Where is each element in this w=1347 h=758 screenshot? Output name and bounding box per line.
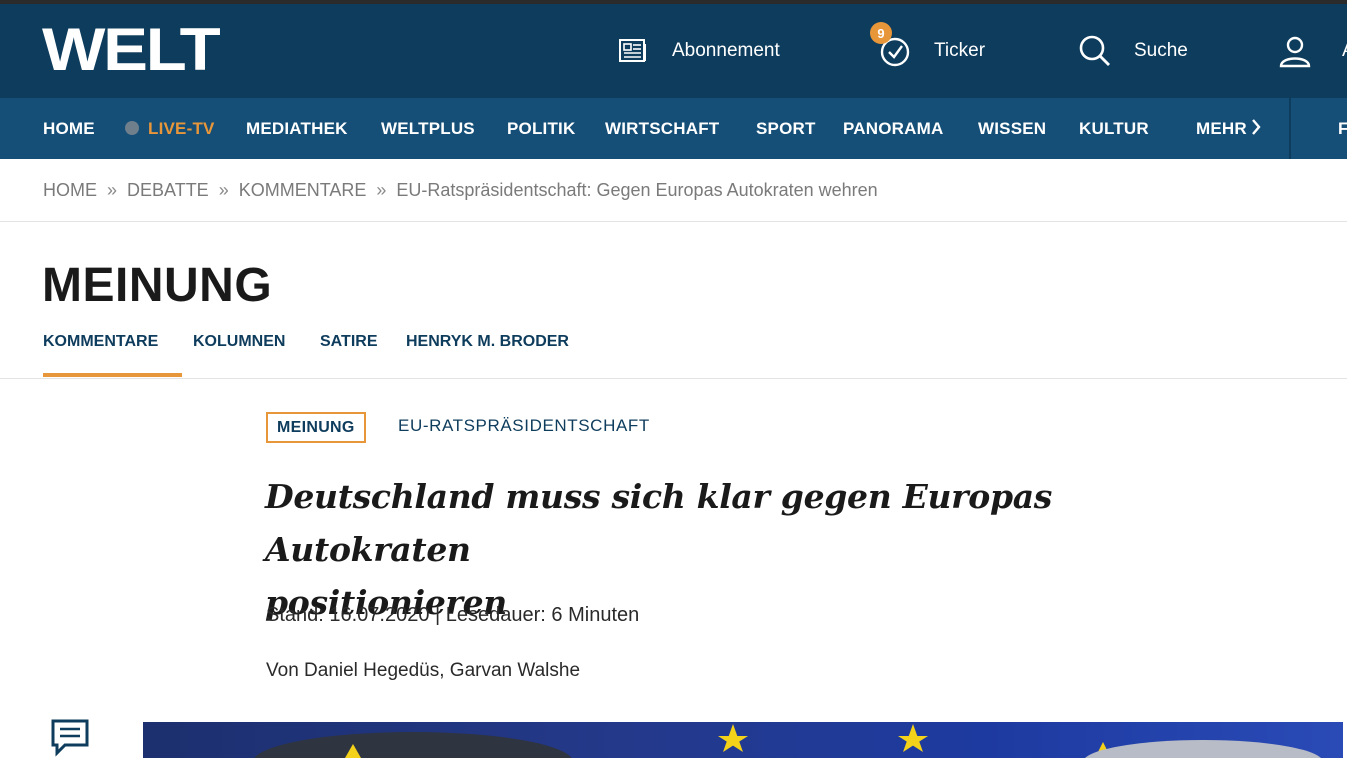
- opinion-badge: MEINUNG: [266, 412, 366, 443]
- breadcrumb-kommentare[interactable]: KOMMENTARE: [239, 180, 367, 200]
- user-icon: [1278, 34, 1312, 68]
- topic-link[interactable]: EU-RATSPRÄSIDENTSCHAFT: [398, 416, 650, 436]
- breadcrumb: HOME » DEBATTE » KOMMENTARE » EU-Ratspräsident…: [43, 180, 878, 201]
- search-button[interactable]: Suche: [1078, 4, 1188, 98]
- comment-icon[interactable]: [50, 718, 90, 758]
- divider: [0, 221, 1347, 222]
- subnav-henryk-m-broder[interactable]: HENRYK M. BRODER: [406, 333, 569, 351]
- nav-item-kultur[interactable]: KULTUR: [1079, 98, 1149, 159]
- breadcrumb-separator: »: [376, 180, 387, 200]
- nav-item-overflow-partial[interactable]: F: [1338, 98, 1347, 159]
- live-indicator-icon: [125, 121, 139, 135]
- article-meta: Stand: 16.07.2020 | Lesedauer: 6 Minuten: [266, 604, 640, 626]
- nav-item-live-tv[interactable]: LIVE-TV: [125, 98, 215, 159]
- ticker-link[interactable]: 9 Ticker: [870, 4, 986, 98]
- subnav-kolumnen[interactable]: KOLUMNEN: [193, 333, 285, 351]
- ticker-label: Ticker: [934, 40, 986, 61]
- search-label: Suche: [1134, 40, 1188, 61]
- article-author: Von Daniel Hegedüs, Garvan Walshe: [266, 660, 581, 681]
- section-title: MEINUNG: [42, 259, 273, 312]
- nav-item-wirtschaft[interactable]: WIRTSCHAFT: [605, 98, 719, 159]
- abonnement-link[interactable]: Abonnement: [618, 4, 780, 98]
- nav-item-wissen[interactable]: WISSEN: [978, 98, 1046, 159]
- newspaper-icon: [618, 38, 648, 64]
- subnav-active-indicator: [43, 373, 182, 377]
- nav-item-live-tv-label: LIVE-TV: [148, 119, 215, 138]
- nav-item-weltplus[interactable]: WELTPLUS: [381, 98, 475, 159]
- subnav-kommentare[interactable]: KOMMENTARE: [43, 333, 158, 351]
- user-label-partial: A: [1342, 40, 1347, 62]
- nav-item-politik[interactable]: POLITIK: [507, 98, 575, 159]
- nav-item-sport[interactable]: SPORT: [756, 98, 816, 159]
- divider: [0, 378, 1347, 379]
- nav-item-mehr[interactable]: MEHR: [1196, 98, 1261, 159]
- breadcrumb-home[interactable]: HOME: [43, 180, 97, 200]
- subnav-satire[interactable]: SATIRE: [320, 333, 377, 351]
- breadcrumb-current: EU-Ratspräsidentschaft: Gegen Europas Au…: [396, 180, 878, 200]
- abonnement-label: Abonnement: [672, 40, 780, 61]
- headline-line-1: Deutschland muss sich klar gegen Europas…: [265, 477, 1053, 569]
- chevron-right-icon: [1251, 100, 1261, 162]
- breadcrumb-debatte[interactable]: DEBATTE: [127, 180, 209, 200]
- breadcrumb-separator: »: [218, 180, 229, 200]
- clock-check-icon: 9: [870, 22, 910, 68]
- site-header: WELT Abonnement 9 Ticker Suche A: [0, 4, 1347, 98]
- ticker-count-badge: 9: [870, 22, 892, 44]
- article-hero-image: [143, 722, 1343, 758]
- nav-item-home[interactable]: HOME: [43, 98, 95, 159]
- nav-item-panorama[interactable]: PANORAMA: [843, 98, 943, 159]
- search-icon: [1078, 34, 1112, 68]
- user-account-link[interactable]: A: [1278, 4, 1347, 98]
- main-nav: HOME LIVE-TV MEDIATHEK WELTPLUS POLITIK …: [0, 98, 1347, 159]
- breadcrumb-separator: »: [107, 180, 118, 200]
- site-logo[interactable]: WELT: [42, 20, 221, 80]
- nav-item-mediathek[interactable]: MEDIATHEK: [246, 98, 348, 159]
- nav-item-mehr-label: MEHR: [1196, 119, 1247, 138]
- nav-divider: [1289, 98, 1291, 159]
